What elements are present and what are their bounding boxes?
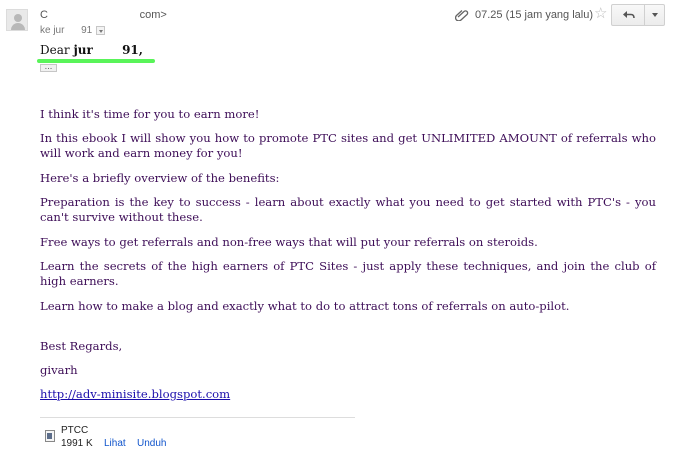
reply-arrow-icon <box>622 11 635 19</box>
recipient-details-dropdown-icon[interactable] <box>96 26 106 35</box>
reply-button[interactable] <box>611 4 645 26</box>
download-attachment-link[interactable]: Unduh <box>137 438 166 449</box>
greeting-prefix: Dear <box>40 43 74 57</box>
blog-link[interactable]: http://adv-minisite.blogspot.com <box>40 387 230 401</box>
dropdown-triangle-icon <box>651 13 658 17</box>
body-paragraph: In this ebook I will show you how to pro… <box>40 131 656 160</box>
more-actions-button[interactable] <box>645 4 665 26</box>
view-attachment-link[interactable]: Lihat <box>104 438 126 449</box>
body-paragraph: I think it's time for you to earn more! <box>40 107 260 121</box>
message-timestamp: 07.25 (15 jam yang lalu) <box>475 9 594 21</box>
signoff: Best Regards, <box>40 339 123 353</box>
recipient-line[interactable]: ke jur 91 <box>40 25 106 36</box>
paperclip-icon <box>455 10 469 21</box>
document-icon <box>45 430 55 442</box>
body-paragraph: Here's a briefly overview of the benefit… <box>40 171 280 185</box>
show-trimmed-content-button[interactable]: ... <box>40 63 57 72</box>
reply-button-group <box>611 4 665 26</box>
signature-name: givarh <box>40 363 78 377</box>
attachment-divider <box>40 417 355 418</box>
recipient-label: ke jur 91 <box>40 25 93 36</box>
greeting-name: jur 91, <box>73 43 143 57</box>
body-paragraph: Learn how to make a blog and exactly wha… <box>40 299 570 313</box>
body-paragraph: Free ways to get referrals and non-free … <box>40 235 538 249</box>
body-paragraph: Learn the secrets of the high earners of… <box>40 259 656 288</box>
body-paragraph: Preparation is the key to success - lear… <box>40 195 656 224</box>
attachment-size: 1991 K <box>61 438 93 449</box>
sender-avatar <box>6 9 28 31</box>
highlight-mark <box>37 59 155 63</box>
greeting: Dear jur 91, <box>40 43 143 57</box>
sender-address[interactable]: C com> <box>40 9 167 21</box>
star-icon[interactable]: ☆ <box>594 6 607 21</box>
attachment-name: PTCC <box>61 425 89 436</box>
